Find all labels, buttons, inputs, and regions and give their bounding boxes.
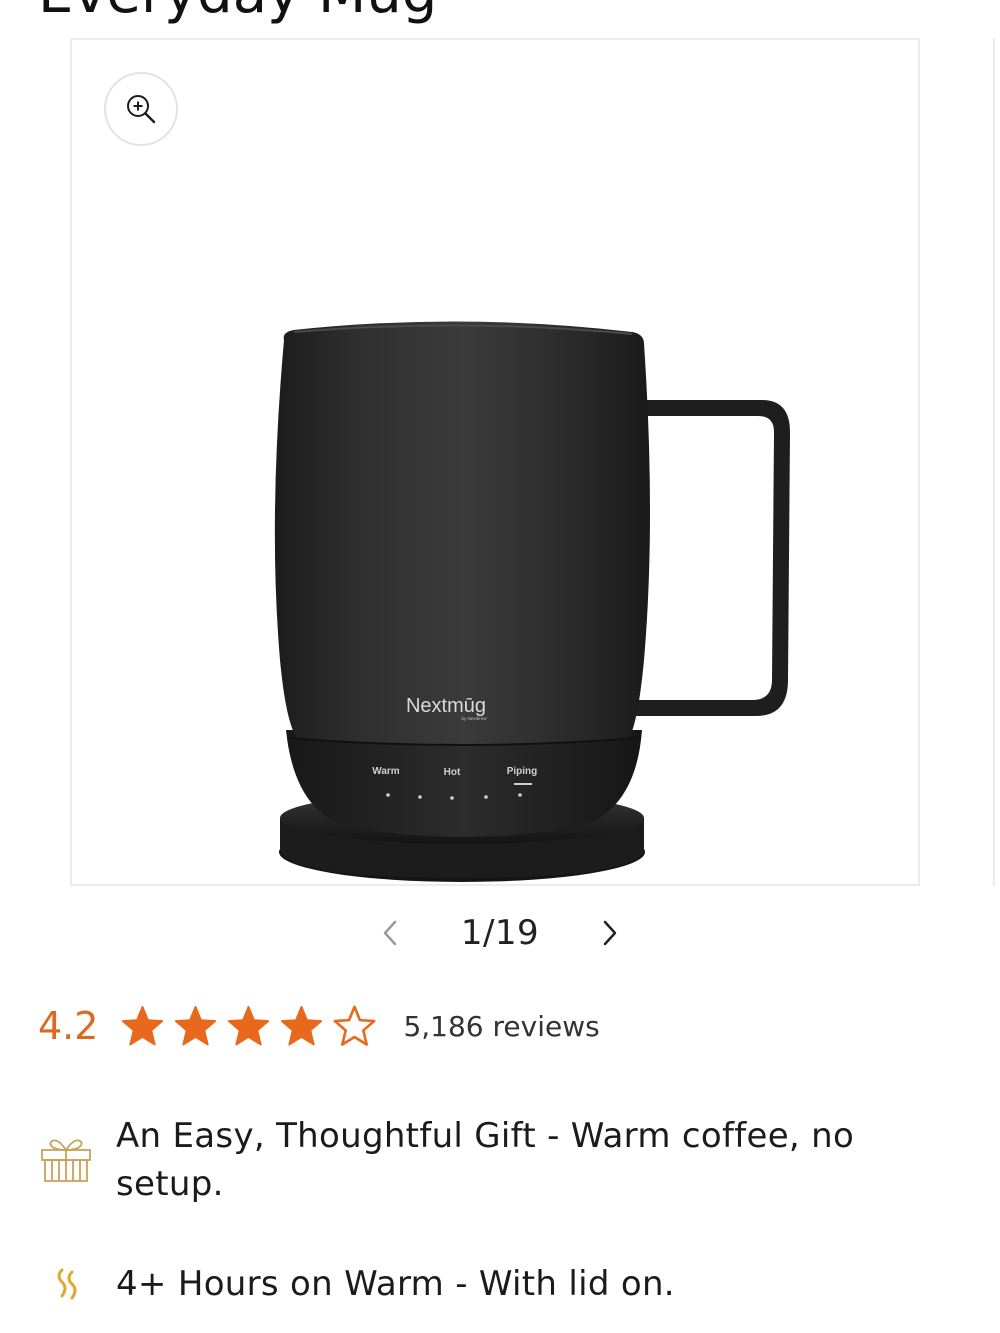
previous-image-button[interactable] bbox=[370, 905, 410, 961]
star-filled-icon bbox=[122, 1005, 164, 1045]
rating-value: 4.2 bbox=[38, 1004, 99, 1048]
star-filled-icon bbox=[228, 1005, 270, 1045]
chevron-left-icon bbox=[383, 920, 397, 946]
chevron-right-icon bbox=[603, 920, 617, 946]
gallery-pager: 1/19 bbox=[370, 905, 630, 961]
zoom-in-icon bbox=[127, 95, 156, 124]
next-image-button[interactable] bbox=[590, 905, 630, 961]
feature-text-gift: An Easy, Thoughtful Gift - Warm coffee, … bbox=[116, 1116, 855, 1204]
product-title: Everyday Mug bbox=[38, 0, 437, 26]
brand-wordmark: Nextmūg bbox=[406, 695, 486, 717]
setting-label-warm: Warm bbox=[372, 766, 400, 777]
setting-label-hot: Hot bbox=[444, 767, 461, 778]
product-image-gallery[interactable]: Nextmūg by Nextbrew Warm Hot Piping bbox=[70, 38, 920, 886]
star-filled-icon bbox=[175, 1005, 217, 1045]
brand-subtitle: by Nextbrew bbox=[461, 716, 487, 721]
star-filled-icon bbox=[281, 1005, 323, 1045]
heat-waves-icon bbox=[57, 1268, 77, 1300]
reviews-link[interactable]: 5,186 reviews bbox=[403, 1010, 599, 1043]
feature-text-warm: 4+ Hours on Warm - With lid on. bbox=[116, 1264, 675, 1304]
star-outline-icon bbox=[333, 1005, 376, 1046]
next-slide-peek[interactable] bbox=[993, 38, 1000, 886]
gift-icon bbox=[41, 1139, 91, 1182]
setting-label-piping: Piping bbox=[507, 766, 538, 777]
image-counter: 1/19 bbox=[460, 913, 540, 953]
star-rating bbox=[120, 1004, 377, 1049]
product-image: Nextmūg by Nextbrew Warm Hot Piping bbox=[274, 321, 790, 882]
feature-item-gift: An Easy, Thoughtful Gift - Warm coffee, … bbox=[38, 1112, 916, 1208]
rating-summary: 4.2 5,186 reviews bbox=[38, 998, 600, 1054]
zoom-button[interactable] bbox=[104, 72, 178, 146]
feature-item-warm: 4+ Hours on Warm - With lid on. bbox=[38, 1260, 916, 1308]
